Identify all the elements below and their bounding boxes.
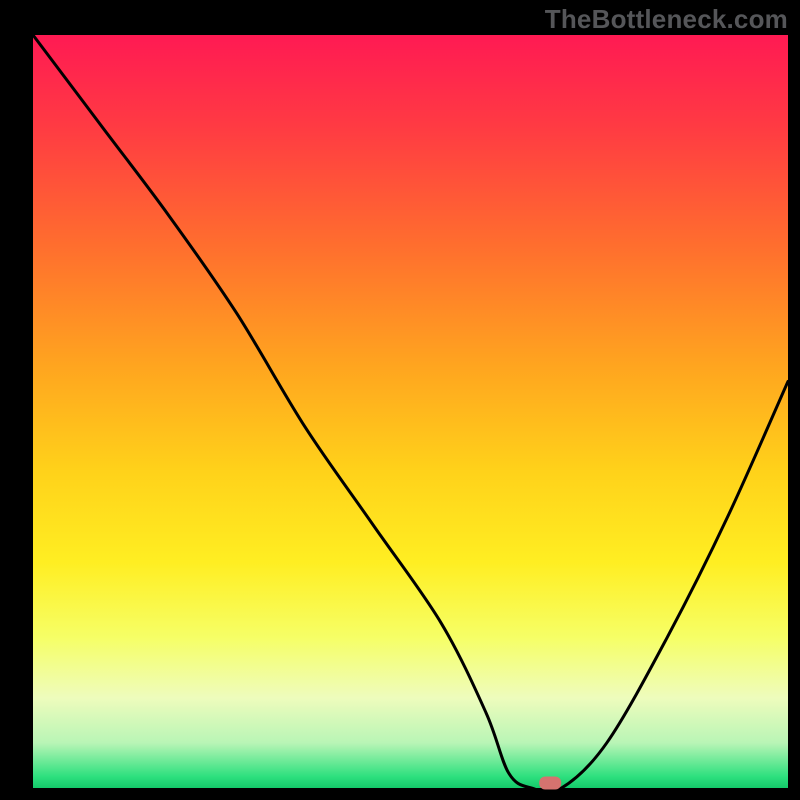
optimal-point-marker	[539, 777, 561, 790]
watermark-text: TheBottleneck.com	[545, 4, 788, 35]
bottleneck-chart	[0, 0, 800, 800]
chart-frame: { "watermark": "TheBottleneck.com", "cha…	[0, 0, 800, 800]
plot-background	[33, 35, 788, 788]
